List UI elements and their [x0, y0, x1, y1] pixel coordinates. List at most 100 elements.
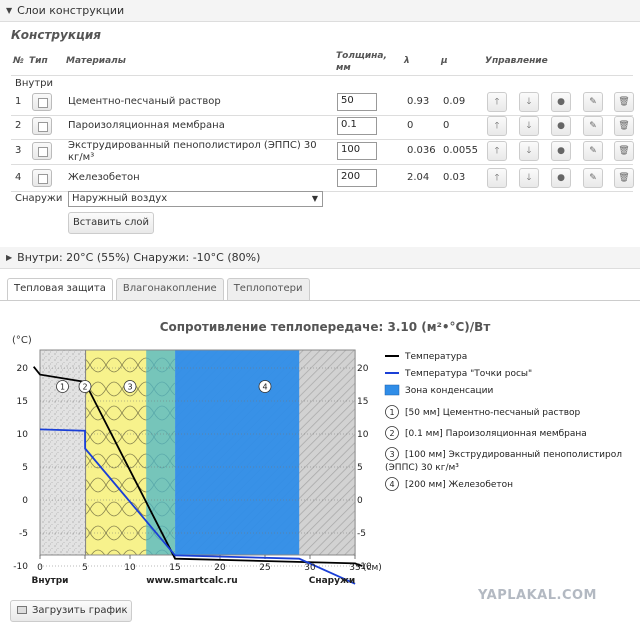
layer-type-button[interactable] — [32, 93, 52, 111]
legend-layer-label: [200 мм] Железобетон — [405, 480, 513, 490]
trash-icon: 🗑 — [618, 121, 630, 131]
arrow-up-button[interactable]: 🡑 — [487, 92, 507, 112]
col-materials: Материалы — [66, 56, 126, 66]
edit-button[interactable]: ✎ — [583, 116, 603, 136]
x-tick-label: 0 — [37, 563, 43, 573]
legend-layer-label: [50 мм] Цементно-песчаный раствор — [405, 408, 581, 418]
insert-layer-button[interactable]: Вставить слой — [68, 212, 154, 234]
header-divider — [11, 75, 633, 76]
legend-swatch-zone — [384, 384, 400, 396]
x-tick-label: 25 — [259, 563, 270, 573]
row-number: 3 — [15, 145, 22, 156]
layer-type-button[interactable] — [32, 117, 52, 135]
y-tick-right: 10 — [357, 430, 369, 440]
thickness-input[interactable]: 100 — [337, 142, 377, 160]
thermal-chart: Сопротивление теплопередаче: 3.10 (м²•°C… — [12, 320, 622, 586]
layer-marker-number: 3 — [127, 382, 132, 391]
outside-select-value: Наружный воздух — [72, 193, 168, 204]
arrow-down-icon: 🡓 — [526, 97, 532, 107]
layer-marker-number: 1 — [60, 382, 65, 391]
tab-heat-loss[interactable]: Теплопотери — [226, 278, 310, 300]
y-tick-left: 0 — [22, 496, 28, 506]
dot-icon: ● — [557, 97, 565, 107]
outside-select[interactable]: Наружный воздух ▼ — [68, 191, 323, 207]
x-outside-label: Снаружи — [309, 576, 355, 586]
y-tick-right: 5 — [357, 463, 363, 473]
y-tick-left: 5 — [22, 463, 28, 473]
arrow-up-button[interactable]: 🡑 — [487, 168, 507, 188]
caret-right-icon: ▶ — [6, 253, 13, 262]
arrow-down-button[interactable]: 🡓 — [519, 92, 539, 112]
thickness-input[interactable]: 200 — [337, 169, 377, 187]
trash-button[interactable]: 🗑 — [614, 168, 634, 188]
arrow-up-button[interactable]: 🡑 — [487, 116, 507, 136]
row-number: 2 — [15, 120, 22, 131]
thickness-input[interactable]: 50 — [337, 93, 377, 111]
legend-layer-number: 1 — [389, 408, 394, 417]
edit-button[interactable]: ✎ — [583, 141, 603, 161]
x-inside-label: Внутри — [32, 576, 69, 586]
layer-type-button[interactable] — [32, 169, 52, 187]
dot-button[interactable]: ● — [551, 92, 571, 112]
col-thickness: Толщина, — [336, 51, 387, 61]
col-num: № — [13, 56, 24, 66]
y-tick-left: 15 — [17, 397, 28, 407]
lambda-value: 0.93 — [407, 96, 430, 107]
x-tick-label: 5 — [82, 563, 88, 573]
conditions-panel-header[interactable]: ▶ Внутри: 20°C (55%) Снаружи: -10°C (80%… — [0, 247, 640, 269]
arrow-up-icon: 🡑 — [494, 173, 500, 183]
trash-button[interactable]: 🗑 — [614, 141, 634, 161]
trash-icon: 🗑 — [618, 173, 630, 183]
edit-button[interactable]: ✎ — [583, 92, 603, 112]
edit-icon: ✎ — [589, 146, 597, 156]
x-tick-label: 35 — [349, 563, 360, 573]
layers-panel-header[interactable]: ▼ Слои конструкции — [0, 0, 640, 22]
x-tick-label: 10 — [124, 563, 136, 573]
tab-moisture[interactable]: Влагонакопление — [115, 278, 224, 300]
section-title: Конструкция — [11, 28, 101, 42]
watermark: YAPLAKAL.COM — [478, 588, 597, 603]
arrow-down-button[interactable]: 🡓 — [519, 116, 539, 136]
y-tick-right: 20 — [357, 364, 369, 374]
trash-button[interactable]: 🗑 — [614, 92, 634, 112]
row-divider — [11, 164, 633, 165]
material-name: Пароизоляционная мембрана — [68, 120, 225, 131]
mu-value: 0.03 — [443, 172, 466, 183]
select-arrow-icon: ▼ — [311, 194, 318, 203]
dot-button[interactable]: ● — [551, 116, 571, 136]
col-controls: Управление — [485, 56, 548, 66]
col-lambda: λ — [404, 56, 410, 66]
mu-value: 0 — [443, 120, 450, 131]
x-tick-label: 30 — [304, 563, 316, 573]
x-tick-label: 15 — [169, 563, 180, 573]
tab-thermal-protection[interactable]: Тепловая защита — [7, 278, 113, 301]
lambda-value: 0.036 — [407, 145, 436, 156]
y-axis-label: (°C) — [12, 335, 32, 346]
x-site-label: www.smartcalc.ru — [146, 576, 237, 586]
y-tick-right: 0 — [357, 496, 363, 506]
trash-icon: 🗑 — [618, 97, 630, 107]
outside-label: Снаружи — [15, 193, 63, 204]
arrow-down-button[interactable]: 🡓 — [519, 141, 539, 161]
thickness-input[interactable]: 0.1 — [337, 117, 377, 135]
arrow-up-button[interactable]: 🡑 — [487, 141, 507, 161]
arrow-down-button[interactable]: 🡓 — [519, 168, 539, 188]
col-type: Тип — [29, 56, 48, 66]
load-chart-button[interactable]: Загрузить график — [10, 600, 132, 622]
condensation-zone-foam — [146, 350, 176, 555]
y-tick-left: -5 — [19, 529, 28, 539]
arrow-up-icon: 🡑 — [494, 97, 500, 107]
mu-value: 0.0055 — [443, 145, 478, 156]
dot-button[interactable]: ● — [551, 141, 571, 161]
layer-type-button[interactable] — [32, 142, 52, 160]
layer-marker-number: 4 — [262, 382, 267, 391]
material-name: Цементно-песчаный раствор — [68, 96, 221, 107]
legend-layer-number: 3 — [389, 450, 394, 459]
image-icon — [17, 606, 27, 614]
material-name: Железобетон — [68, 172, 140, 183]
edit-button[interactable]: ✎ — [583, 168, 603, 188]
arrow-down-icon: 🡓 — [526, 121, 532, 131]
trash-button[interactable]: 🗑 — [614, 116, 634, 136]
dot-button[interactable]: ● — [551, 168, 571, 188]
dot-icon: ● — [557, 173, 565, 183]
